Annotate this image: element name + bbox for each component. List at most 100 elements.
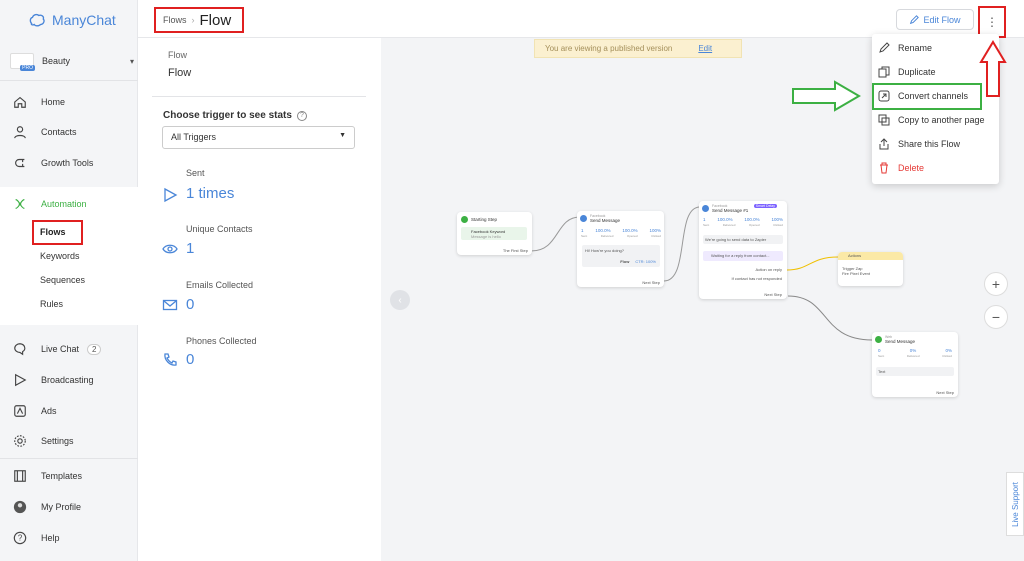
account-name: Beauty [42, 56, 71, 66]
sub-sequences[interactable]: Sequences [40, 275, 85, 285]
msg1-title: Send Message [590, 218, 621, 223]
send-message-node[interactable]: Facebook Send Message 1 100.0% 100.0% 100% S… [577, 211, 664, 287]
menu-share-flow-label: Share this Flow [898, 139, 961, 149]
msg3-title: Send Message [885, 339, 916, 344]
ads-icon [14, 405, 26, 417]
chevron-right-icon: › [191, 15, 195, 25]
published-version-notice: You are viewing a published version Edit [534, 39, 742, 58]
nav-broadcasting[interactable]: Broadcasting [13, 373, 94, 387]
mail-icon [162, 299, 178, 311]
msg1-stat-clicked: 100% [649, 228, 661, 233]
nav-help-label: Help [41, 533, 60, 543]
menu-delete[interactable]: Delete [878, 162, 924, 174]
msg2-stat-delivered: 100.0% [717, 217, 733, 222]
nav-ads[interactable]: Ads [13, 404, 57, 418]
pencil-icon [879, 42, 890, 53]
nav-automation[interactable]: Automation [13, 197, 87, 211]
actions-node[interactable]: Actions Trigger Zap Fire Pixel Event [838, 252, 903, 286]
nav-home[interactable]: Home [13, 95, 65, 109]
connector-start-msg1 [530, 216, 581, 252]
menu-rename-label: Rename [898, 43, 933, 53]
automation-icon [15, 199, 25, 209]
breadcrumb-flows-link[interactable]: Flows [163, 15, 187, 25]
nav-contacts[interactable]: Contacts [13, 125, 77, 139]
trigger-select[interactable]: All Triggers ▼ [162, 126, 355, 149]
stat-sent-value: 1 times [186, 185, 235, 202]
menu-share-flow[interactable]: Share this Flow [878, 138, 960, 150]
msg2-tag-badge: Smart Delay [753, 204, 777, 208]
account-avatar: PRO [10, 53, 35, 71]
msg2-label-opened: Opened [748, 223, 760, 227]
sidebar: ManyChat PRO Beauty ▾ Home Contacts Grow… [0, 0, 138, 561]
msg1-text: Hi! How're you doing? [585, 248, 625, 253]
sub-flows[interactable]: Flows [40, 227, 66, 237]
msg3-label-sent: Sent [878, 354, 885, 358]
msg1-button: Flow CTR: 100% [620, 259, 656, 264]
flow-stats-panel: Flow Flow Choose trigger to see stats ? … [138, 38, 381, 561]
live-chat-count-badge: 2 [87, 343, 102, 355]
red-arrow-annotation [979, 40, 1007, 97]
web-send-message-node[interactable]: Web Send Message 0 0% 0% Sent Delivered Click… [872, 332, 958, 397]
flow-label: Flow [168, 50, 188, 60]
menu-duplicate[interactable]: Duplicate [878, 66, 936, 78]
nav-growth-tools-label: Growth Tools [41, 158, 94, 168]
zoom-out-button[interactable]: − [984, 305, 1008, 329]
actions-line-2: Fire Pixel Event [842, 271, 871, 276]
nav-settings[interactable]: Settings [13, 434, 74, 448]
sub-rules[interactable]: Rules [40, 299, 63, 309]
msg2-stat-sent: 1 [703, 217, 706, 222]
menu-copy-to-page[interactable]: Copy to another page [878, 114, 985, 126]
send-message-1-node[interactable]: Facebook Send Message #1 Smart Delay 1 100… [699, 201, 787, 299]
msg1-stat-sent: 1 [581, 228, 584, 233]
starting-step-node[interactable]: Starting Step Facebook Keyword Message i… [457, 212, 532, 255]
caret-down-icon: ▼ [339, 132, 346, 139]
app-name: ManyChat [52, 12, 116, 28]
connector-msg2-msg3 [787, 295, 873, 341]
nav-home-label: Home [41, 97, 66, 107]
stat-emails-value: 0 [186, 296, 195, 313]
pro-badge: PRO [20, 65, 35, 71]
nav-help[interactable]: ? Help [13, 531, 60, 545]
collapse-panel-button[interactable]: ‹ [390, 290, 410, 310]
zoom-in-button[interactable]: + [984, 272, 1008, 296]
edit-flow-button[interactable]: Edit Flow [896, 9, 974, 30]
nav-settings-label: Settings [41, 436, 74, 446]
more-vertical-icon: ⋮ [986, 15, 998, 29]
manychat-logo-icon [29, 13, 45, 27]
minus-icon: − [991, 309, 1001, 325]
breadcrumb: Flows › Flow [154, 7, 244, 33]
manychat-logo[interactable]: ManyChat [28, 11, 116, 29]
msg2-wait-reply: Waiting for a reply from contact... [703, 251, 783, 261]
starting-step-title: Starting Step [471, 217, 498, 222]
account-switcher[interactable]: PRO Beauty ▾ [10, 52, 134, 71]
msg1-next-label: Next Step [642, 280, 660, 285]
info-icon[interactable]: ? [296, 110, 307, 121]
nav-live-chat[interactable]: Live Chat 2 [13, 342, 102, 356]
nav-templates[interactable]: Templates [13, 469, 82, 483]
divider [0, 80, 138, 81]
menu-duplicate-label: Duplicate [898, 67, 936, 77]
copy-page-icon [878, 114, 890, 126]
msg3-label-delivered: Delivered [906, 354, 920, 358]
sub-keywords[interactable]: Keywords [40, 251, 80, 261]
msg2-label-sent: Sent [703, 223, 710, 227]
notice-text: You are viewing a published version [545, 44, 673, 53]
nav-growth-tools[interactable]: Growth Tools [13, 156, 93, 170]
top-bar [138, 0, 1024, 38]
magnet-icon [15, 158, 25, 168]
nav-live-chat-label: Live Chat [41, 343, 80, 354]
msg1-button-label: Flow [620, 259, 630, 264]
notice-edit-link[interactable]: Edit [698, 44, 712, 53]
menu-rename[interactable]: Rename [878, 42, 932, 54]
nav-templates-label: Templates [41, 471, 83, 481]
live-support-tab[interactable]: Live Support [1006, 472, 1024, 536]
msg1-button-ctr: CTR: 100% [635, 259, 656, 264]
nav-my-profile[interactable]: My Profile [13, 500, 81, 514]
messenger-icon [702, 205, 709, 212]
msg3-stat-delivered: 0% [909, 348, 917, 353]
duplicate-icon [878, 66, 890, 78]
help-icon: ? [13, 531, 27, 545]
green-arrow-annotation [792, 80, 861, 112]
flow-name: Flow [168, 67, 192, 79]
msg1-stats: 1 100.0% 100.0% 100% [581, 228, 661, 233]
